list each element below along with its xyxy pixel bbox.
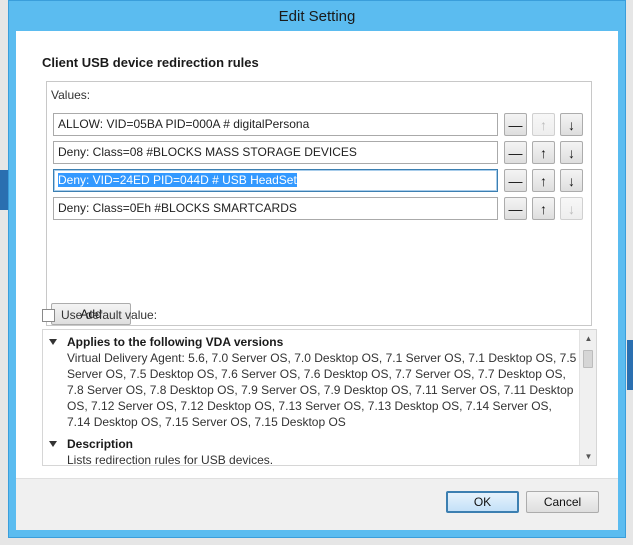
values-group: Values: ALLOW: VID=05BA PID=000A # digit… — [46, 81, 592, 326]
minus-icon: — — [508, 144, 523, 161]
background-accent-bar — [0, 170, 8, 210]
dialog-client-area: Client USB device redirection rules Valu… — [16, 31, 618, 530]
setting-heading: Client USB device redirection rules — [42, 55, 259, 70]
minus-icon: — — [508, 200, 523, 217]
scroll-thumb[interactable] — [583, 350, 593, 368]
dialog-footer: OK Cancel — [16, 478, 618, 530]
minus-icon: — — [508, 172, 523, 189]
section-description-header[interactable]: Description — [47, 436, 577, 452]
arrow-up-icon: ↑ — [540, 200, 547, 217]
arrow-up-icon: ↑ — [540, 144, 547, 161]
arrow-up-icon: ↑ — [540, 116, 547, 133]
cancel-button[interactable]: Cancel — [526, 491, 599, 513]
move-down-button[interactable]: ↓ — [560, 197, 583, 220]
background-accent-bar — [627, 340, 633, 390]
section-versions-header[interactable]: Applies to the following VDA versions — [47, 334, 577, 350]
rule-row: ALLOW: VID=05BA PID=000A # digitalPerson… — [53, 113, 585, 136]
arrow-down-icon: ↓ — [568, 172, 575, 189]
move-up-button[interactable]: ↑ — [532, 141, 555, 164]
rule-value-input[interactable]: ALLOW: VID=05BA PID=000A # digitalPerson… — [53, 113, 498, 136]
edit-setting-dialog: Edit Setting Client USB device redirecti… — [8, 0, 626, 538]
collapse-triangle-icon — [49, 441, 57, 447]
remove-rule-button[interactable]: — — [504, 113, 527, 136]
section-title: Applies to the following VDA versions — [67, 335, 284, 349]
use-default-row: Use default value: — [42, 308, 157, 322]
dialog-title: Edit Setting — [278, 7, 356, 25]
move-up-button[interactable]: ↑ — [532, 197, 555, 220]
remove-rule-button[interactable]: — — [504, 141, 527, 164]
section-title: Description — [67, 437, 134, 451]
info-content: Applies to the following VDA versions Vi… — [47, 334, 577, 466]
arrow-up-icon: ↑ — [540, 172, 547, 189]
move-down-button[interactable]: ↓ — [560, 113, 583, 136]
collapse-triangle-icon — [49, 339, 57, 345]
remove-rule-button[interactable]: — — [504, 169, 527, 192]
rule-value-input[interactable]: Deny: Class=0Eh #BLOCKS SMARTCARDS — [53, 197, 498, 220]
section-description-body: Lists redirection rules for USB devices. — [67, 453, 274, 466]
info-scrollbar[interactable]: ▲ ▼ — [579, 330, 596, 465]
move-down-button[interactable]: ↓ — [560, 141, 583, 164]
ok-button[interactable]: OK — [446, 491, 519, 513]
move-up-button[interactable]: ↑ — [532, 113, 555, 136]
section-versions-body: Virtual Delivery Agent: 5.6, 7.0 Server … — [67, 351, 577, 429]
remove-rule-button[interactable]: — — [504, 197, 527, 220]
move-up-button[interactable]: ↑ — [532, 169, 555, 192]
setting-info-panel: Applies to the following VDA versions Vi… — [42, 329, 597, 466]
scroll-up-arrow-icon[interactable]: ▲ — [580, 330, 596, 347]
scroll-down-arrow-icon[interactable]: ▼ — [580, 448, 596, 465]
rule-row: Deny: VID=24ED PID=044D # USB HeadSet — … — [53, 169, 585, 192]
rules-list: ALLOW: VID=05BA PID=000A # digitalPerson… — [53, 113, 585, 225]
use-default-checkbox[interactable] — [42, 308, 55, 322]
values-label: Values: — [51, 88, 91, 102]
use-default-label: Use default value: — [61, 308, 158, 322]
rule-row: Deny: Class=0Eh #BLOCKS SMARTCARDS — ↑ ↓ — [53, 197, 585, 220]
selected-text: Deny: VID=24ED PID=044D # USB HeadSet — [58, 173, 297, 187]
rule-row: Deny: Class=08 #BLOCKS MASS STORAGE DEVI… — [53, 141, 585, 164]
arrow-down-icon: ↓ — [568, 116, 575, 133]
move-down-button[interactable]: ↓ — [560, 169, 583, 192]
arrow-down-icon: ↓ — [568, 144, 575, 161]
rule-value-input[interactable]: Deny: VID=24ED PID=044D # USB HeadSet — [53, 169, 498, 192]
arrow-down-icon: ↓ — [568, 200, 575, 217]
minus-icon: — — [508, 116, 523, 133]
rule-value-input[interactable]: Deny: Class=08 #BLOCKS MASS STORAGE DEVI… — [53, 141, 498, 164]
